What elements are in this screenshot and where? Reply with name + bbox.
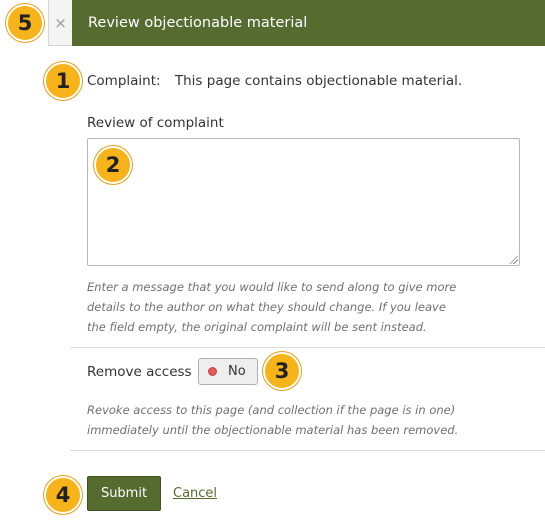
- divider: [70, 347, 545, 348]
- callout-badge-3: 3: [263, 352, 301, 390]
- complaint-row: Complaint: This page contains objectiona…: [87, 73, 462, 89]
- close-icon: ×: [54, 13, 67, 32]
- divider: [70, 450, 545, 451]
- callout-badge-5: 5: [6, 4, 44, 42]
- complaint-text: This page contains objectionable materia…: [174, 73, 463, 89]
- submit-button[interactable]: Submit: [87, 476, 161, 511]
- review-help-text: Enter a message that you would like to s…: [87, 280, 457, 334]
- complaint-label: Complaint:: [87, 73, 161, 89]
- callout-badge-1: 1: [44, 62, 82, 100]
- cancel-link[interactable]: Cancel: [173, 486, 217, 501]
- resize-grip-icon[interactable]: [509, 255, 518, 264]
- close-button[interactable]: ×: [49, 0, 72, 46]
- callout-badge-2: 2: [94, 146, 132, 184]
- review-label: Review of complaint: [87, 115, 224, 131]
- dialog-title: Review objectionable material: [88, 15, 308, 31]
- status-dot-icon: [208, 367, 217, 376]
- remove-access-toggle[interactable]: No: [198, 358, 258, 385]
- dialog-title-bar: Review objectionable material: [72, 0, 545, 46]
- remove-access-label: Remove access: [87, 364, 192, 380]
- remove-access-help-text: Revoke access to this page (and collecti…: [87, 403, 459, 437]
- toggle-state-label: No: [228, 364, 246, 379]
- review-textarea[interactable]: [87, 138, 520, 266]
- callout-badge-4: 4: [44, 476, 82, 514]
